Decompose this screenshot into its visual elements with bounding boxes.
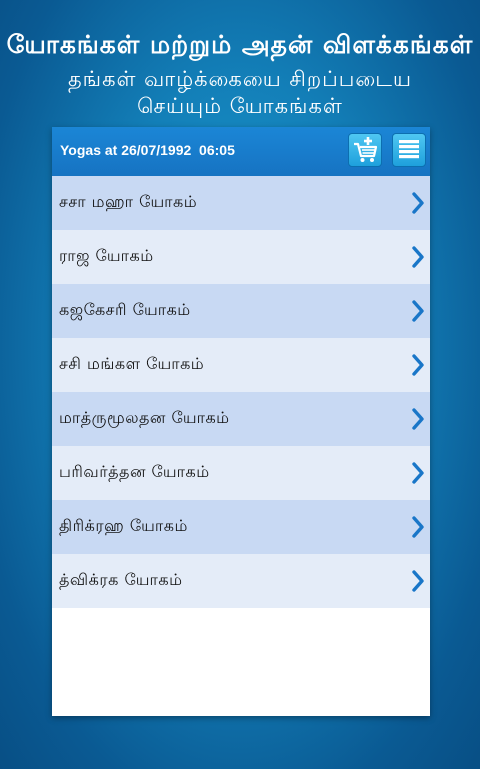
list-item[interactable]: திரிக்ரஹ யோகம் — [52, 500, 430, 554]
chevron-right-icon — [412, 300, 424, 322]
yoga-list-panel: Yogas at 26/07/1992 06:05 சசா மஹா யோகம் … — [52, 127, 430, 716]
list-item[interactable]: த்விக்ரக யோகம் — [52, 554, 430, 608]
chevron-right-icon — [412, 570, 424, 592]
chevron-right-icon — [412, 462, 424, 484]
list-menu-icon — [399, 140, 419, 159]
list-item[interactable]: சசா மஹா யோகம் — [52, 176, 430, 230]
chevron-right-icon — [412, 354, 424, 376]
list-item-label: ராஜ யோகம் — [59, 246, 154, 265]
subtitle-line-2: செய்யும் யோகங்கள் — [137, 94, 343, 118]
list-item-label: சசி மங்கள யோகம் — [59, 354, 205, 373]
list-item-label: சசா மஹா யோகம் — [59, 192, 198, 211]
list-item-label: கஜகேசரி யோகம் — [59, 300, 191, 319]
list-item-label: மாத்ருமூலதன யோகம் — [59, 408, 230, 427]
subtitle-line-1: தங்கள் வாழ்க்கையை சிறப்படைய — [68, 67, 412, 91]
list-item[interactable]: பரிவர்த்தன யோகம் — [52, 446, 430, 500]
list-item[interactable]: ராஜ யோகம் — [52, 230, 430, 284]
list-item-label: த்விக்ரக யோகம் — [59, 570, 183, 589]
list-item-label: திரிக்ரஹ யோகம் — [59, 516, 188, 535]
cart-add-icon — [354, 137, 378, 162]
list-item[interactable]: மாத்ருமூலதன யோகம் — [52, 392, 430, 446]
page-subtitle: தங்கள் வாழ்க்கையை சிறப்படைய செய்யும் யோக… — [0, 66, 480, 120]
chevron-right-icon — [412, 246, 424, 268]
chevron-right-icon — [412, 408, 424, 430]
panel-title: Yogas at 26/07/1992 06:05 — [60, 142, 235, 158]
list-item[interactable]: சசி மங்கள யோகம் — [52, 338, 430, 392]
page-title: யோகங்கள் மற்றும் அதன் விளக்கங்கள் — [6, 30, 474, 59]
chevron-right-icon — [412, 516, 424, 538]
panel-header-bar: Yogas at 26/07/1992 06:05 — [52, 127, 430, 176]
yoga-list: சசா மஹா யோகம் ராஜ யோகம் கஜகேசரி யோகம் சச… — [52, 176, 430, 608]
list-item[interactable]: கஜகேசரி யோகம் — [52, 284, 430, 338]
menu-button[interactable] — [392, 133, 426, 167]
add-to-cart-button[interactable] — [348, 133, 382, 167]
chevron-right-icon — [412, 192, 424, 214]
list-item-label: பரிவர்த்தன யோகம் — [59, 462, 210, 481]
